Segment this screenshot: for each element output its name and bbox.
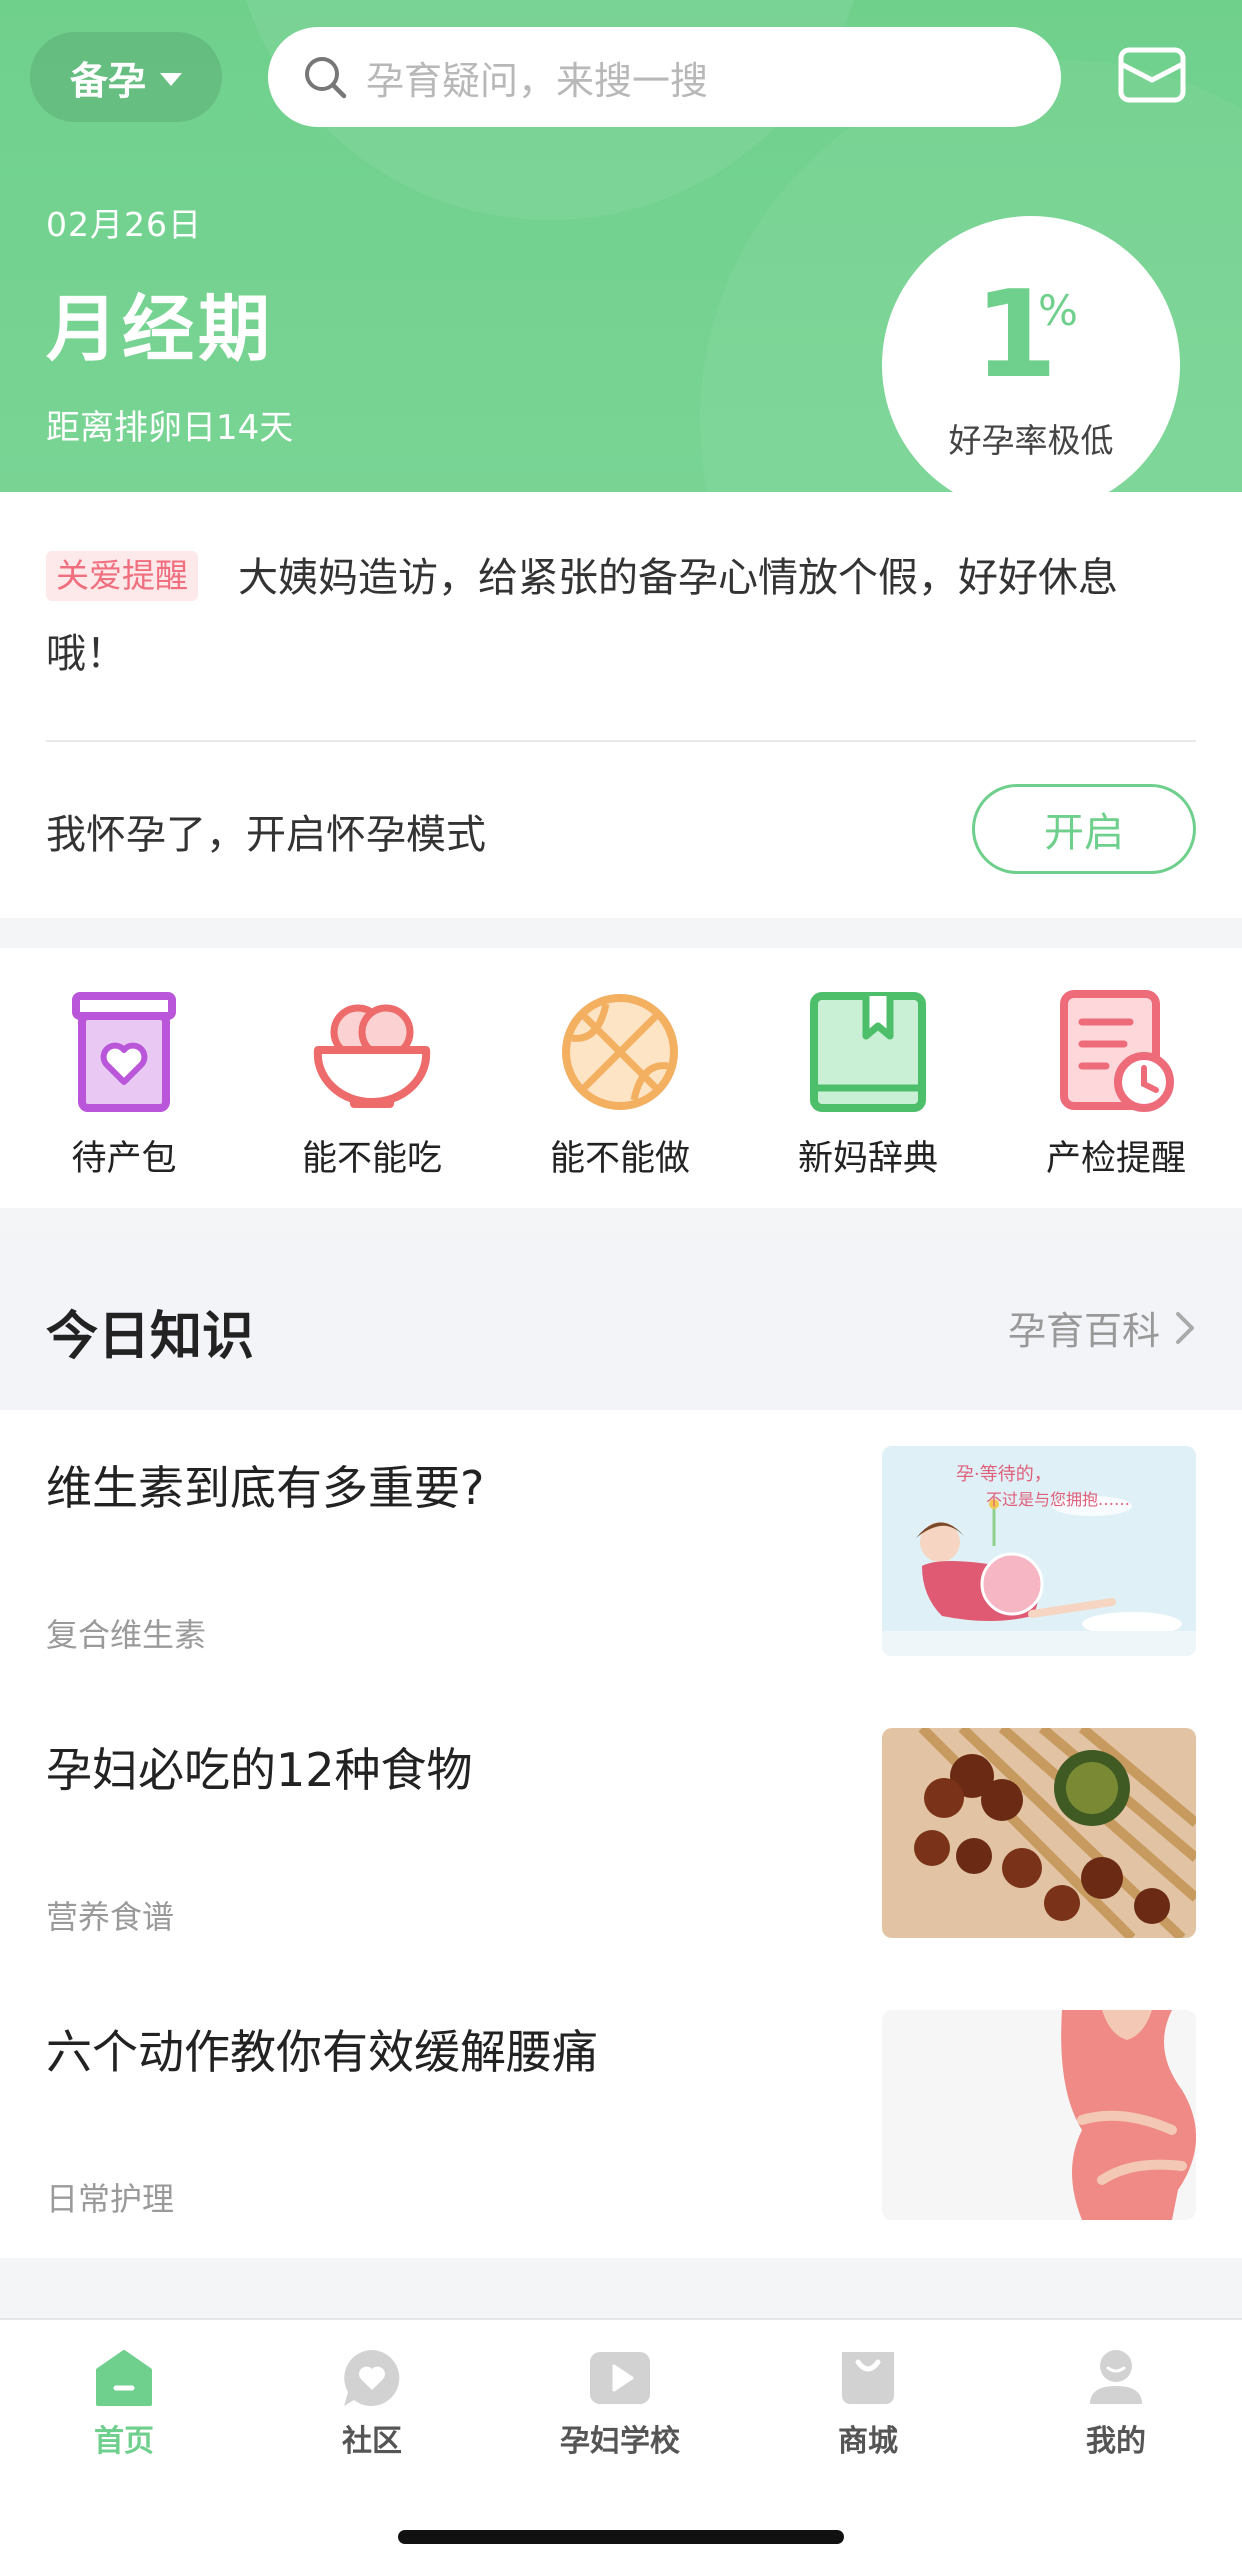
shopping-bag-icon [842,2352,894,2404]
article-category: 日常护理 [46,2180,175,2218]
section-title: 今日知识 [46,1307,255,1367]
article-list: 维生素到底有多重要? 复合维生素 孕·等待的， 不过是与您拥抱…… 孕妇必吃的1… [0,1410,1242,2258]
article-category: 营养食谱 [46,1898,175,1936]
tools-grid: 待产包 能不能吃 能不能做 新妈辞典 产检提醒 [0,948,1242,1208]
article-category: 复合维生素 [46,1616,207,1654]
stage-label: 备孕 [69,58,146,103]
thumbnail-caption-line2: 不过是与您拥抱…… [986,1490,1131,1509]
caret-down-icon [160,72,182,86]
article-thumbnail [882,1728,1196,1938]
search-bar[interactable]: 孕育疑问，来搜一搜 [268,27,1061,127]
encyclopedia-link[interactable]: 孕育百科 [1008,1300,1196,1355]
tab-label: 首页 [94,2424,154,2459]
ovulation-countdown: 距离排卵日14天 [46,408,294,448]
tab-profile[interactable]: 我的 [992,2346,1240,2460]
article-item[interactable]: 六个动作教你有效缓解腰痛 日常护理 [0,1974,1242,2256]
knowledge-header: 今日知识 孕育百科 [0,1238,1242,1410]
article-thumbnail [882,2010,1196,2220]
rate-label: 好孕率极低 [948,421,1114,460]
article-title: 维生素到底有多重要? [46,1461,485,1515]
cycle-phase: 月经期 [46,287,275,371]
tab-label: 商城 [838,2424,898,2459]
chestnuts-photo [882,1728,1196,1938]
tool-label: 新妈辞典 [797,1139,938,1179]
tab-label: 社区 [342,2424,402,2459]
tab-school[interactable]: 孕妇学校 [496,2346,744,2460]
encyclopedia-link-label: 孕育百科 [1007,1309,1160,1353]
ball-icon [562,994,678,1110]
reminder-text: 大姨妈造访，给紧张的备孕心情放个假，好好休息哦！ [46,555,1118,677]
thumbnail-caption-line1: 孕·等待的， [956,1464,1052,1485]
care-reminder-tag: 关爱提醒 [46,551,198,601]
search-placeholder: 孕育疑问，来搜一搜 [366,58,709,103]
hospital-bag-icon [72,992,176,1112]
tab-label: 我的 [1086,2424,1146,2459]
stage-selector[interactable]: 备孕 [30,32,222,122]
article-title: 六个动作教你有效缓解腰痛 [46,2025,598,2079]
tool-checkup-reminder[interactable]: 产检提醒 [992,990,1240,1181]
tool-dictionary[interactable]: 新妈辞典 [744,990,992,1181]
chevron-right-icon [1176,1311,1194,1344]
home-indicator[interactable] [398,2530,844,2544]
mail-icon[interactable] [1116,40,1188,110]
article-item[interactable]: 孕妇必吃的12种食物 营养食谱 [0,1692,1242,1974]
chat-heart-icon [344,2350,400,2406]
reminder-card: 关爱提醒 大姨妈造访，给紧张的备孕心情放个假，好好休息哦！ 我怀孕了，开启怀孕模式… [0,492,1242,918]
current-date: 02月26日 [46,205,202,244]
article-thumbnail: 孕·等待的， 不过是与您拥抱…… [882,1446,1196,1656]
search-icon [305,57,347,99]
user-profile-icon [1090,2350,1142,2404]
dictionary-book-icon [810,992,926,1112]
tool-label: 产检提醒 [1045,1139,1186,1179]
tool-hospital-bag[interactable]: 待产包 [0,990,248,1181]
video-play-icon [590,2352,650,2404]
tool-label: 能不能吃 [301,1139,442,1179]
rate-unit: % [1038,286,1078,335]
food-bowl-icon [313,1004,431,1108]
tool-label: 能不能做 [549,1139,690,1179]
tool-label: 待产包 [71,1139,177,1179]
tab-mall[interactable]: 商城 [744,2346,992,2460]
pregnancy-rate-circle[interactable]: 1 % 好孕率极低 [882,216,1180,514]
home-icon [96,2350,152,2406]
reminder-message: 关爱提醒 大姨妈造访，给紧张的备孕心情放个假，好好休息哦！ [46,540,1196,692]
tab-community[interactable]: 社区 [248,2346,496,2460]
divider [46,740,1196,742]
article-item[interactable]: 维生素到底有多重要? 复合维生素 孕·等待的， 不过是与您拥抱…… [0,1410,1242,1692]
pregnant-belly-photo [882,2010,1196,2220]
enable-pregnancy-mode-button[interactable]: 开启 [972,784,1196,874]
pregnancy-mode-prompt: 我怀孕了，开启怀孕模式 [46,812,486,858]
tool-activity-check[interactable]: 能不能做 [496,990,744,1181]
tab-label: 孕妇学校 [560,2424,680,2459]
article-title: 孕妇必吃的12种食物 [46,1743,473,1797]
tool-food-check[interactable]: 能不能吃 [248,990,496,1181]
tab-home[interactable]: 首页 [0,2346,248,2460]
checkup-clock-icon [1060,990,1174,1112]
